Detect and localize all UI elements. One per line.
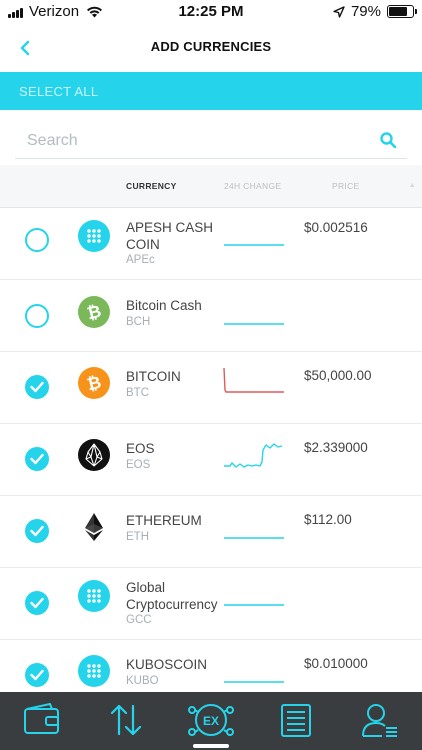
dots-coin-icon — [78, 655, 110, 687]
checkmark-icon — [30, 453, 44, 465]
currency-row[interactable]: ETHEREUM ETH $112.00 — [0, 496, 422, 568]
wallet-icon[interactable] — [22, 702, 62, 738]
sparkline-chart — [224, 537, 284, 539]
profile-icon[interactable] — [360, 702, 400, 738]
bitcoin-icon: ₿ — [78, 367, 110, 399]
selection-checkbox[interactable] — [25, 304, 49, 328]
ethereum-icon — [78, 511, 110, 543]
currency-name: Global Cryptocurrency — [126, 580, 218, 612]
column-header-currency[interactable]: CURRENCY — [126, 181, 177, 191]
sparkline-chart — [224, 323, 284, 325]
svg-text:EX: EX — [203, 714, 219, 728]
location-icon — [333, 5, 345, 18]
currency-row[interactable]: ₿ BITCOIN BTC $50,000.00 — [0, 352, 422, 424]
status-bar: Verizon 12:25 PM 79% — [0, 0, 422, 24]
selection-checkbox[interactable] — [25, 519, 49, 543]
selection-checkbox[interactable] — [25, 591, 49, 615]
currency-name: ETHEREUM — [126, 513, 202, 528]
currency-row[interactable]: APESH CASH COIN APEc $0.002516 — [0, 208, 422, 280]
currency-symbol: ETH — [126, 531, 149, 543]
search-icon[interactable] — [379, 131, 397, 149]
currency-price: $0.010000 — [304, 656, 368, 671]
dots-coin-icon — [78, 220, 110, 252]
transfer-arrows-icon[interactable] — [106, 702, 146, 738]
selection-checkbox[interactable] — [25, 228, 49, 252]
currency-price: $50,000.00 — [304, 368, 372, 383]
bitcoin-cash-icon: ₿ — [78, 296, 110, 328]
search-input[interactable] — [27, 130, 357, 152]
currency-row[interactable]: ₿ Bitcoin Cash BCH — [0, 280, 422, 352]
sparkline-chart — [224, 604, 284, 606]
sort-caret-icon[interactable]: ▲ — [409, 182, 416, 189]
list-icon[interactable] — [276, 702, 316, 738]
currency-symbol: GCC — [126, 614, 152, 626]
checkmark-icon — [30, 381, 44, 393]
sparkline-chart — [224, 681, 284, 683]
home-indicator — [193, 744, 229, 748]
status-right: 79% — [333, 3, 417, 20]
eos-icon — [78, 439, 110, 471]
checkmark-icon — [30, 597, 44, 609]
checkmark-icon — [30, 525, 44, 537]
currency-name: BITCOIN — [126, 369, 181, 384]
search-bar — [15, 124, 407, 159]
sparkline-chart — [223, 367, 284, 393]
column-header-price[interactable]: PRICE — [332, 181, 359, 191]
currency-symbol: APEc — [126, 254, 155, 266]
dots-coin-icon — [78, 580, 110, 612]
currency-price: $112.00 — [304, 512, 352, 527]
selection-checkbox[interactable] — [25, 663, 49, 687]
selection-checkbox[interactable] — [25, 447, 49, 471]
currency-name: EOS — [126, 441, 155, 456]
currency-symbol: BCH — [126, 316, 151, 328]
sparkline-chart — [224, 443, 283, 468]
currency-price: $2.339000 — [304, 440, 368, 455]
battery-percent: 79% — [350, 3, 381, 20]
page-title: ADD CURRENCIES — [150, 39, 272, 54]
table-header: CURRENCY 24H CHANGE PRICE ▲ — [0, 165, 422, 208]
currency-name: APESH CASH COIN — [126, 220, 214, 252]
select-all-button[interactable]: SELECT ALL — [19, 84, 98, 99]
navigation-bar: ADD CURRENCIES — [0, 24, 422, 72]
select-all-bar[interactable]: SELECT ALL — [0, 72, 422, 110]
checkmark-icon — [30, 669, 44, 681]
currency-symbol: KUBO — [126, 675, 159, 687]
battery-icon — [387, 5, 417, 18]
currency-row[interactable]: EOS EOS $2.339000 — [0, 424, 422, 496]
currency-name: Bitcoin Cash — [126, 298, 202, 313]
exchange-icon[interactable]: EX — [184, 702, 238, 738]
currency-name: KUBOSCOIN — [126, 657, 208, 672]
sparkline-chart — [224, 244, 284, 246]
selection-checkbox[interactable] — [25, 375, 49, 399]
currency-price: $0.002516 — [304, 220, 368, 235]
currency-symbol: EOS — [126, 459, 151, 471]
currency-row[interactable]: Global Cryptocurrency GCC — [0, 568, 422, 640]
currency-symbol: BTC — [126, 387, 149, 399]
tab-bar: EX — [0, 692, 422, 750]
column-header-24h-change[interactable]: 24H CHANGE — [224, 181, 281, 191]
